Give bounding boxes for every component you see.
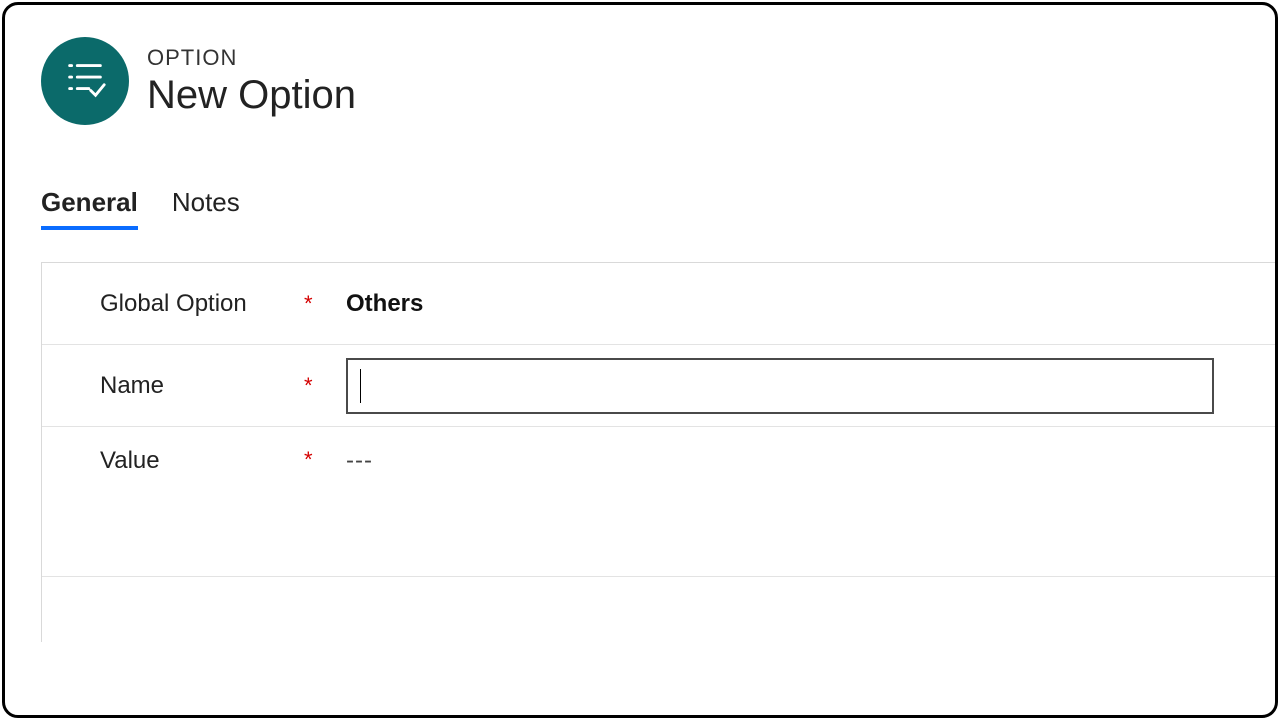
required-marker: * (304, 447, 328, 473)
required-marker: * (304, 373, 328, 399)
name-input-wrap (346, 358, 1214, 414)
form-panel: Global Option * Others Name * Value * --… (41, 262, 1275, 642)
option-list-icon (62, 56, 108, 107)
row-global-option: Global Option * Others (42, 263, 1275, 345)
name-value-cell (328, 358, 1275, 414)
tab-general[interactable]: General (41, 187, 138, 230)
name-input[interactable] (346, 358, 1214, 414)
text-caret (360, 369, 361, 403)
page-title: New Option (147, 73, 356, 118)
row-name: Name * (42, 345, 1275, 427)
tab-notes[interactable]: Notes (172, 187, 240, 230)
required-marker: * (304, 291, 328, 317)
entity-kicker: OPTION (147, 45, 356, 71)
tabs: General Notes (5, 125, 1275, 230)
label-value: Value (68, 447, 304, 475)
value-value-cell[interactable]: --- (328, 447, 1275, 475)
window-frame: OPTION New Option General Notes Global O… (2, 2, 1278, 718)
global-option-value-cell[interactable]: Others (328, 290, 1275, 318)
label-name: Name (68, 372, 304, 400)
global-option-value: Others (346, 290, 423, 318)
page-header: OPTION New Option (5, 5, 1275, 125)
row-value: Value * --- (42, 427, 1275, 577)
header-text: OPTION New Option (147, 45, 356, 118)
entity-badge (41, 37, 129, 125)
value-placeholder: --- (346, 447, 373, 475)
label-global-option: Global Option (68, 290, 304, 318)
